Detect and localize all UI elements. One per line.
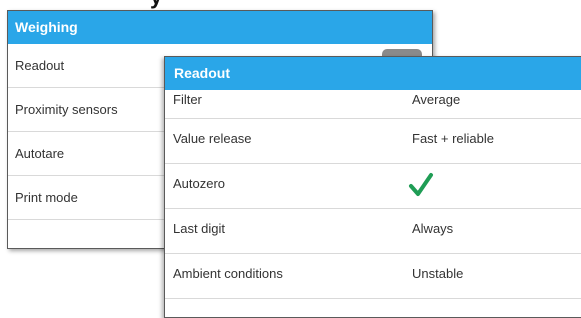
setting-label: Value release <box>173 131 252 146</box>
setting-label: Ambient conditions <box>173 266 283 281</box>
setting-value: Unstable <box>412 266 464 281</box>
setting-row-last-digit[interactable]: Last digit Always <box>165 209 581 254</box>
setting-value: Fast + reliable <box>412 131 495 146</box>
setting-label: Last digit <box>173 221 226 236</box>
setting-value: Average <box>412 92 461 107</box>
weighing-header: Weighing <box>8 11 432 44</box>
setting-row-value-release[interactable]: Value release Fast + reliable <box>165 119 581 164</box>
menu-item-label: Autotare <box>15 146 65 161</box>
menu-item-label: Print mode <box>15 190 78 205</box>
setting-label: Autozero <box>173 176 226 191</box>
background-title: y <box>150 0 162 8</box>
menu-item-label: Proximity sensors <box>15 102 118 117</box>
readout-window: Readout Filter Average Value release Fas… <box>164 56 581 318</box>
readout-header: Readout <box>165 57 581 90</box>
checkmark-icon <box>409 173 433 196</box>
menu-item-label: Readout <box>15 58 65 73</box>
setting-value: Always <box>412 221 454 236</box>
setting-row-filter[interactable]: Filter Average <box>165 90 581 119</box>
setting-row-ambient-conditions[interactable]: Ambient conditions Unstable <box>165 254 581 299</box>
setting-label: Filter <box>173 92 202 107</box>
setting-row-autozero[interactable]: Autozero <box>165 164 581 209</box>
